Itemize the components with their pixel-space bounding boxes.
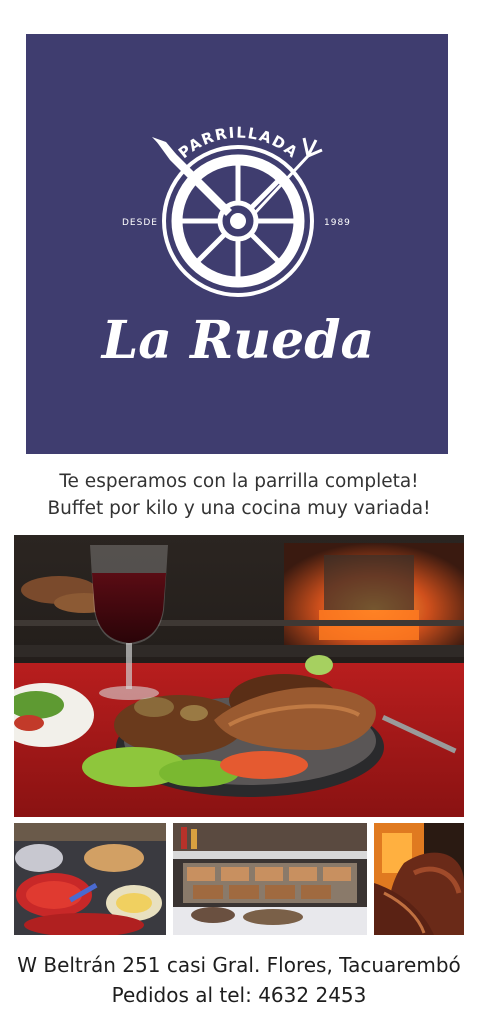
- wheel-icon: [162, 145, 314, 297]
- footer-contact: W Beltrán 251 casi Gral. Flores, Tacuare…: [0, 950, 478, 1010]
- since-year: 1989: [324, 218, 351, 228]
- since-label: DESDE: [122, 218, 158, 228]
- logo-panel: PARRILLADA DESDE 1989 La Rueda: [26, 34, 448, 454]
- address-text: W Beltrán 251 casi Gral. Flores, Tacuare…: [17, 953, 461, 977]
- tagline-line-2: Buffet por kilo y una cocina muy variada…: [47, 498, 431, 519]
- tagline: Te esperamos con la parrilla completa! B…: [0, 468, 478, 522]
- grilled-meat-photo: [374, 823, 464, 935]
- buffet-counter-photo: [173, 823, 367, 935]
- buffet-salad-photo: [14, 823, 166, 935]
- brand-name: La Rueda: [100, 310, 375, 371]
- hero-grill-photo: [14, 535, 464, 817]
- tagline-line-1: Te esperamos con la parrilla completa!: [59, 471, 419, 492]
- wagon-wheel-logo: PARRILLADA DESDE 1989 La Rueda: [100, 123, 375, 371]
- phone-text: Pedidos al tel: 4632 2453: [111, 983, 367, 1007]
